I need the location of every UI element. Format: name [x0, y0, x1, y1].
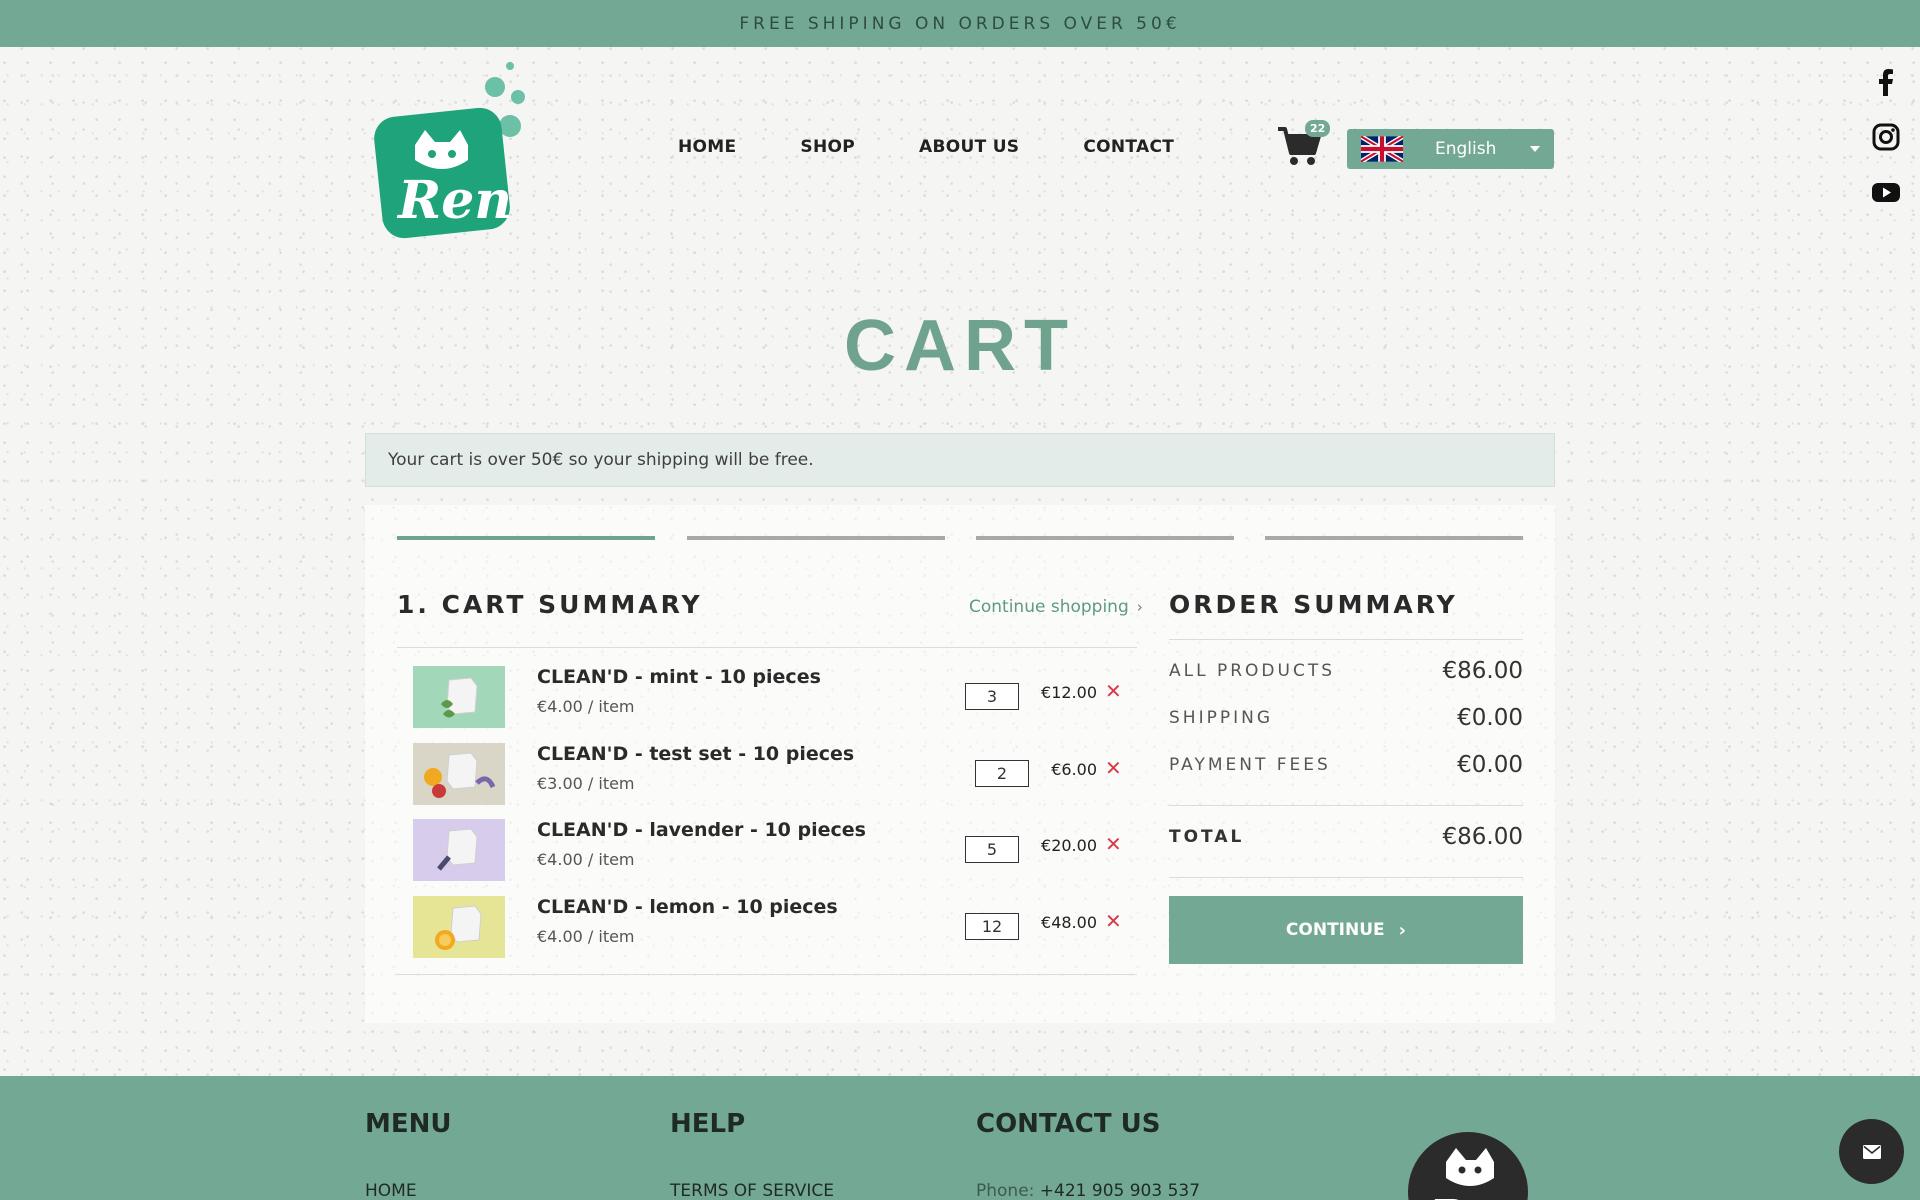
cart-summary-title: 1. CART SUMMARY	[397, 590, 703, 619]
item-name[interactable]: CLEAN'D - test set - 10 pieces	[537, 743, 854, 765]
chevron-down-icon	[1530, 146, 1540, 152]
footer-ren-logo: Ren	[1408, 1132, 1528, 1200]
footer: MENU HELP CONTACT US HOME TERMS OF SERVI…	[0, 1076, 1920, 1200]
summary-divider-top	[1169, 639, 1523, 640]
phone-value[interactable]: +421 905 903 537	[1040, 1181, 1200, 1200]
product-thumbnail[interactable]	[413, 666, 505, 728]
payment-fees-value: €0.00	[1457, 752, 1523, 778]
top-banner: FREE SHIPING ON ORDERS OVER 50€	[0, 0, 1920, 47]
main-nav: HOME SHOP ABOUT US CONTACT	[678, 137, 1238, 157]
nav-contact[interactable]: CONTACT	[1083, 137, 1174, 157]
quantity-input[interactable]	[975, 760, 1029, 787]
continue-button[interactable]: CONTINUE ›	[1169, 896, 1523, 964]
continue-shopping-link[interactable]: Continue shopping ›	[969, 597, 1143, 617]
remove-item-icon[interactable]: ✕	[1105, 756, 1122, 780]
footer-terms-link[interactable]: TERMS OF SERVICE	[670, 1181, 834, 1200]
banner-text: FREE SHIPING ON ORDERS OVER 50€	[739, 13, 1181, 34]
item-total: €48.00	[1041, 913, 1097, 932]
item-total: €20.00	[1041, 836, 1097, 855]
cart-divider-bottom	[397, 974, 1137, 975]
continue-shopping-label: Continue shopping	[969, 597, 1129, 617]
order-summary-title: ORDER SUMMARY	[1169, 590, 1458, 619]
total-value: €86.00	[1442, 824, 1523, 850]
nav-about-us[interactable]: ABOUT US	[919, 137, 1019, 157]
language-select[interactable]: English	[1347, 129, 1554, 169]
product-thumbnail[interactable]	[413, 743, 505, 805]
page-title: CART	[844, 306, 1076, 386]
cart-item: CLEAN'D - lavender - 10 pieces €4.00 / i…	[397, 819, 1137, 889]
youtube-icon[interactable]	[1872, 178, 1900, 206]
free-shipping-notice: Your cart is over 50€ so your shipping w…	[365, 433, 1555, 487]
step-4-bar	[1265, 536, 1523, 540]
notice-text: Your cart is over 50€ so your shipping w…	[388, 450, 814, 470]
payment-fees-label: PAYMENT FEES	[1169, 755, 1331, 775]
remove-item-icon[interactable]: ✕	[1105, 832, 1122, 856]
item-unit-price: €4.00 / item	[537, 927, 635, 946]
uk-flag-icon	[1361, 136, 1403, 162]
mail-icon	[1862, 1144, 1881, 1159]
nav-home[interactable]: HOME	[678, 137, 736, 157]
chat-button[interactable]	[1839, 1119, 1904, 1184]
remove-item-icon[interactable]: ✕	[1105, 909, 1122, 933]
all-products-label: ALL PRODUCTS	[1169, 661, 1335, 681]
item-unit-price: €4.00 / item	[537, 697, 635, 716]
quantity-input[interactable]	[965, 836, 1019, 863]
phone-label: Phone:	[976, 1181, 1035, 1200]
item-unit-price: €4.00 / item	[537, 850, 635, 869]
total-label: TOTAL	[1169, 827, 1245, 847]
step-1-bar	[397, 536, 655, 540]
item-total: €6.00	[1051, 760, 1097, 779]
step-3-bar	[976, 536, 1234, 540]
shipping-label: SHIPPING	[1169, 708, 1273, 728]
item-total: €12.00	[1041, 683, 1097, 702]
footer-contact-heading: CONTACT US	[976, 1109, 1161, 1139]
cart-divider-top	[397, 647, 1137, 648]
quantity-input[interactable]	[965, 913, 1019, 940]
summary-divider-middle	[1169, 805, 1523, 806]
item-name[interactable]: CLEAN'D - mint - 10 pieces	[537, 666, 821, 688]
language-label: English	[1435, 139, 1497, 159]
product-thumbnail[interactable]	[413, 819, 505, 881]
continue-button-label: CONTINUE	[1285, 920, 1385, 940]
cart-count-badge: 22	[1305, 120, 1331, 137]
ren-logo[interactable]: Ren	[370, 60, 530, 240]
quantity-input[interactable]	[965, 683, 1019, 710]
instagram-icon[interactable]	[1872, 123, 1900, 151]
footer-menu-heading: MENU	[365, 1109, 452, 1139]
cart-item: CLEAN'D - test set - 10 pieces €3.00 / i…	[397, 743, 1137, 813]
cart-item: CLEAN'D - lemon - 10 pieces €4.00 / item…	[397, 896, 1137, 966]
summary-divider-bottom	[1169, 877, 1523, 878]
chevron-right-icon: ›	[1398, 919, 1407, 941]
all-products-value: €86.00	[1442, 658, 1523, 684]
cart-item: CLEAN'D - mint - 10 pieces €4.00 / item …	[397, 666, 1137, 736]
item-name[interactable]: CLEAN'D - lemon - 10 pieces	[537, 896, 838, 918]
footer-home-link[interactable]: HOME	[365, 1181, 417, 1200]
footer-phone: Phone: +421 905 903 537	[976, 1181, 1200, 1200]
nav-shop[interactable]: SHOP	[800, 137, 855, 157]
shipping-value: €0.00	[1457, 705, 1523, 731]
remove-item-icon[interactable]: ✕	[1105, 679, 1122, 703]
footer-help-heading: HELP	[670, 1109, 746, 1139]
item-unit-price: €3.00 / item	[537, 774, 635, 793]
svg-text:Ren: Ren	[1429, 1191, 1522, 1200]
svg-text:Ren: Ren	[396, 170, 512, 231]
chevron-right-icon: ›	[1136, 598, 1143, 616]
item-name[interactable]: CLEAN'D - lavender - 10 pieces	[537, 819, 866, 841]
facebook-icon[interactable]	[1872, 68, 1900, 96]
product-thumbnail[interactable]	[413, 896, 505, 958]
step-2-bar	[687, 536, 945, 540]
